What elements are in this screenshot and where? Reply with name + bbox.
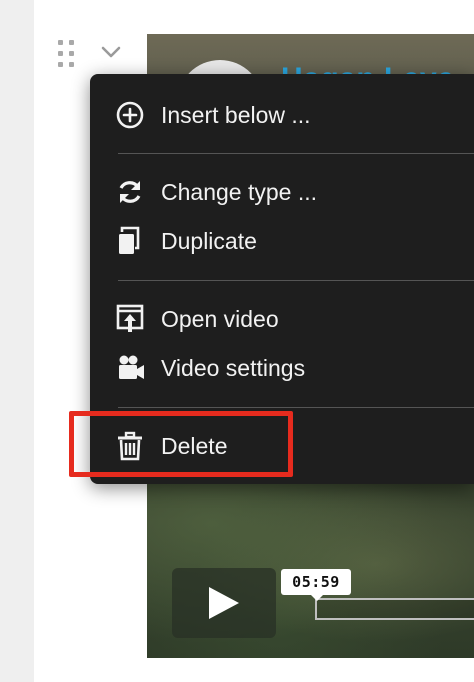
refresh-icon: [116, 176, 148, 208]
menu-item-video-settings[interactable]: Video settings: [116, 350, 474, 386]
menu-item-change-type[interactable]: Change type ...: [116, 174, 474, 210]
menu-item-label: Change type ...: [161, 178, 317, 205]
menu-item-open-video[interactable]: Open video: [116, 301, 474, 337]
play-icon: [209, 587, 239, 619]
menu-divider: [118, 153, 474, 154]
menu-item-label: Delete: [161, 432, 228, 459]
open-external-icon: [116, 303, 148, 335]
play-button[interactable]: [172, 568, 276, 638]
time-tooltip: 05:59: [281, 569, 351, 601]
drag-handle-icon[interactable]: [58, 40, 78, 68]
menu-item-insert-below[interactable]: Insert below ...: [116, 97, 474, 133]
plus-circle-icon: [116, 99, 148, 131]
menu-divider: [118, 407, 474, 408]
block-context-menu: Insert below ... Change type ... Duplica…: [90, 74, 474, 484]
trash-icon: [116, 430, 148, 462]
menu-item-label: Video settings: [161, 354, 306, 381]
duplicate-icon: [116, 225, 148, 257]
menu-item-label: Open video: [161, 305, 279, 332]
video-camera-icon: [116, 352, 148, 384]
menu-divider: [118, 280, 474, 281]
video-progress-bar[interactable]: [315, 598, 474, 620]
menu-item-label: Duplicate: [161, 227, 257, 254]
menu-item-delete[interactable]: Delete: [116, 428, 474, 464]
chevron-down-icon[interactable]: [100, 44, 122, 60]
left-gutter: [0, 0, 34, 682]
menu-item-duplicate[interactable]: Duplicate: [116, 223, 474, 259]
menu-item-label: Insert below ...: [161, 101, 311, 128]
